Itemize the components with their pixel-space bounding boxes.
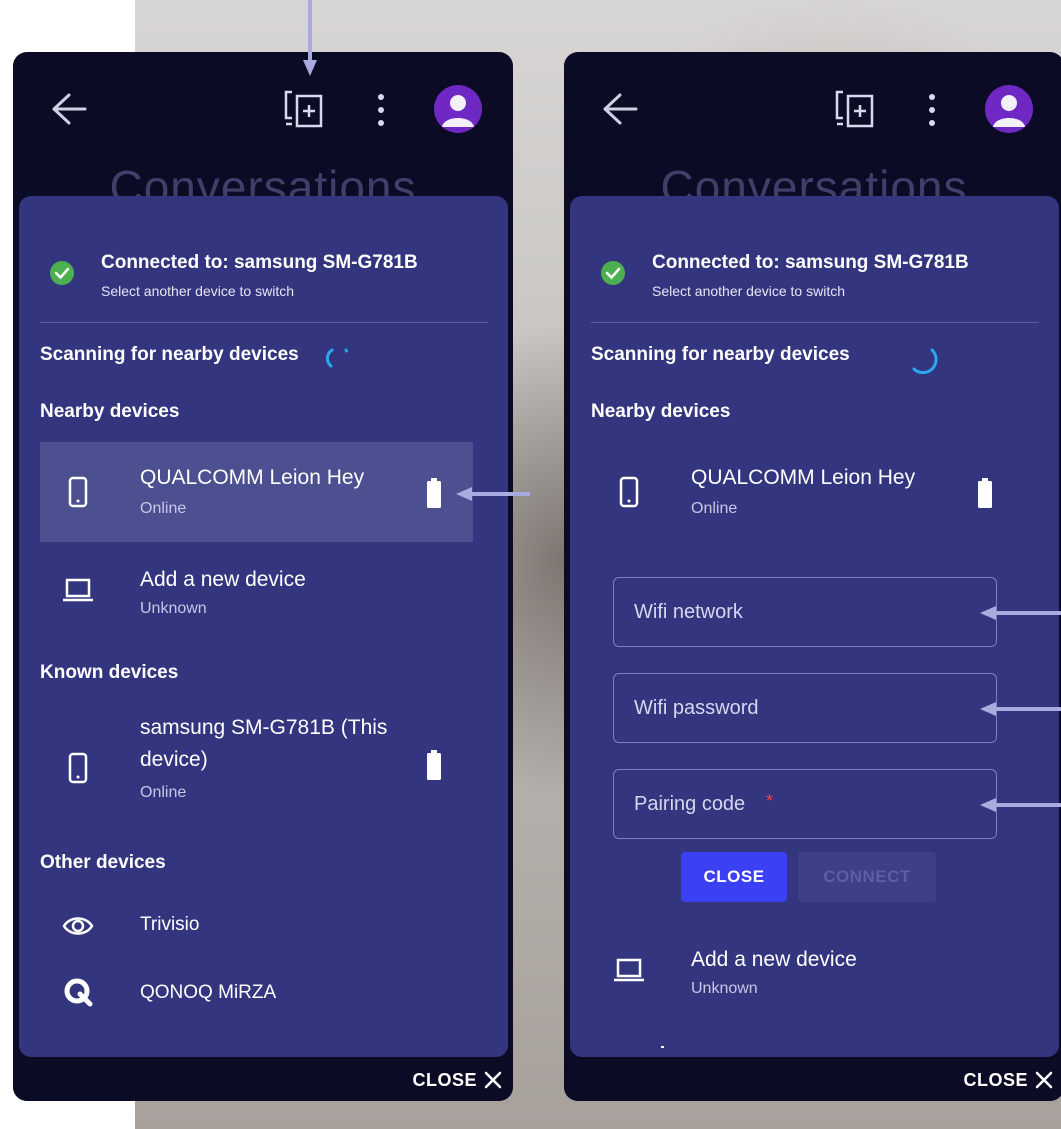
device-status: Online	[140, 500, 187, 517]
smartphone-icon	[619, 476, 639, 508]
eye-icon	[62, 917, 94, 935]
device-panel: Connected to: samsung SM-G781B Select an…	[19, 196, 508, 1057]
app-bar: Conversations	[564, 52, 1061, 210]
connection-status: Connected to: samsung SM-G781B Select an…	[600, 246, 1040, 306]
connected-device-hint: Select another device to switch	[652, 283, 845, 299]
connected-device-hint: Select another device to switch	[101, 283, 294, 299]
connect-button[interactable]: CONNECT	[798, 852, 936, 902]
loading-spinner-icon	[325, 348, 348, 368]
more-vert-icon[interactable]	[371, 92, 391, 128]
close-icon[interactable]	[483, 1070, 503, 1090]
check-circle-icon	[50, 261, 74, 285]
connected-device-title: Connected to: samsung SM-G781B	[652, 252, 969, 273]
nearby-devices-header: Nearby devices	[591, 401, 731, 422]
app-bar: Conversations	[13, 52, 513, 210]
pairing-code-input[interactable]	[613, 769, 997, 839]
arrow-left-annotation-icon	[980, 798, 1061, 812]
device-name-line2: device)	[140, 748, 208, 771]
more-vert-icon[interactable]	[922, 92, 942, 128]
arrow-left-icon[interactable]	[49, 92, 89, 126]
q-logo-icon	[64, 978, 93, 1007]
avatar[interactable]	[985, 85, 1033, 133]
divider	[591, 322, 1039, 323]
phone-screen-left: Conversations Connected to: samsung SM-G…	[13, 52, 513, 1101]
arrow-left-annotation-icon	[980, 606, 1061, 620]
device-add-icon[interactable]	[283, 90, 323, 130]
device-name: Add a new device	[691, 948, 857, 971]
known-devices-header-clipped	[591, 1036, 731, 1048]
battery-full-icon	[978, 478, 992, 508]
nearby-devices-header: Nearby devices	[40, 401, 180, 422]
footer-close-button[interactable]: CLOSE	[412, 1070, 477, 1091]
battery-full-icon	[427, 750, 441, 780]
device-row-trivisio[interactable]: Trivisio	[40, 896, 473, 956]
device-row-qualcomm[interactable]: QUALCOMM Leion Hey Online	[40, 442, 473, 542]
smartphone-icon	[68, 752, 88, 784]
device-name: QUALCOMM Leion Hey	[140, 466, 365, 489]
phone-screen-right: Conversations Connected to: samsung SM-G…	[564, 52, 1061, 1101]
device-row-add-new[interactable]: Add a new device Unknown	[40, 554, 473, 634]
close-icon[interactable]	[1034, 1070, 1054, 1090]
device-row-qualcomm[interactable]: QUALCOMM Leion Hey Online	[591, 442, 1024, 542]
device-status: Online	[140, 784, 187, 801]
device-panel: Connected to: samsung SM-G781B Select an…	[570, 196, 1059, 1057]
other-devices-header: Other devices	[40, 852, 166, 873]
device-name: QONOQ MiRZA	[140, 982, 277, 1003]
laptop-icon	[614, 958, 644, 982]
check-circle-icon	[601, 261, 625, 285]
avatar[interactable]	[434, 85, 482, 133]
arrow-left-icon[interactable]	[600, 92, 640, 126]
device-row-this-device[interactable]: samsung SM-G781B (This device) Online	[40, 706, 473, 816]
scanning-label: Scanning for nearby devices	[40, 344, 299, 365]
device-status: Online	[691, 500, 738, 517]
device-name: Add a new device	[140, 568, 306, 591]
divider	[40, 322, 488, 323]
wifi-network-input[interactable]	[613, 577, 997, 647]
required-marker: *	[766, 791, 774, 811]
dialog-footer: CLOSE	[13, 1059, 513, 1101]
device-name-line1: samsung SM-G781B (This	[140, 716, 388, 739]
known-devices-header: Known devices	[40, 662, 179, 683]
close-button[interactable]: CLOSE	[681, 852, 787, 902]
smartphone-icon	[68, 476, 88, 508]
device-row-qonoq-mirza[interactable]: QONOQ MiRZA	[40, 964, 473, 1024]
wifi-password-input[interactable]	[613, 673, 997, 743]
device-add-icon[interactable]	[834, 90, 874, 130]
device-name: QUALCOMM Leion Hey	[691, 466, 916, 489]
device-status: Unknown	[691, 980, 758, 997]
arrow-left-annotation-icon	[980, 702, 1061, 716]
device-name: Trivisio	[140, 914, 200, 935]
dialog-footer: CLOSE	[564, 1059, 1061, 1101]
connected-device-title: Connected to: samsung SM-G781B	[101, 252, 418, 273]
loading-spinner-icon	[912, 348, 938, 374]
account-circle-icon	[442, 95, 474, 127]
arrow-down-annotation-icon	[303, 0, 317, 76]
battery-full-icon	[427, 478, 441, 508]
footer-close-button[interactable]: CLOSE	[963, 1070, 1028, 1091]
device-row-add-new[interactable]: Add a new device Unknown	[591, 934, 1024, 1014]
arrow-left-annotation-icon	[456, 487, 530, 501]
account-circle-icon	[993, 95, 1025, 127]
device-status: Unknown	[140, 600, 207, 617]
laptop-icon	[63, 578, 93, 602]
scanning-label: Scanning for nearby devices	[591, 344, 850, 365]
clipped-text-marks	[661, 1046, 664, 1048]
connection-status: Connected to: samsung SM-G781B Select an…	[49, 246, 489, 306]
